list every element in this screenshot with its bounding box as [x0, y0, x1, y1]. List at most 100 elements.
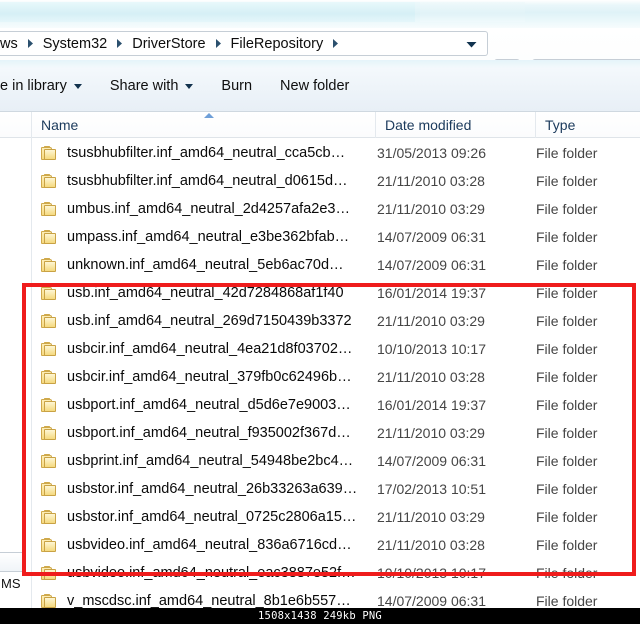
table-row[interactable]: umbus.inf_amd64_neutral_2d4257afa2e3… 21/… [33, 195, 640, 223]
chevron-down-icon [73, 83, 82, 89]
table-row[interactable]: usbcir.inf_amd64_neutral_4ea21d8f03702… 1… [33, 335, 640, 363]
toolbar-label: Share with [109, 78, 179, 94]
toolbar-label: Burn [221, 78, 253, 94]
file-name-cell[interactable]: usbvideo.inf_amd64_neutral_eac3887e52f… [33, 565, 376, 581]
column-header-date-modified[interactable]: Date modified [376, 111, 536, 138]
nav-pane-button-fragment[interactable] [0, 552, 26, 572]
table-row[interactable]: usb.inf_amd64_neutral_269d7150439b3372 21… [33, 307, 640, 335]
navigation-pane: MS [0, 112, 32, 612]
file-name-cell[interactable]: usbvideo.inf_amd64_neutral_836a6716cd… [33, 537, 376, 553]
folder-icon [41, 509, 58, 525]
file-type-cell: File folder [536, 453, 598, 469]
file-type-cell: File folder [536, 257, 598, 273]
folder-icon [41, 481, 58, 497]
address-bar: ws System32 DriverStore FileRepository [0, 28, 640, 84]
file-list[interactable]: tsusbhubfilter.inf_amd64_neutral_cca5cb…… [33, 139, 640, 617]
toolbar-item-new-folder[interactable]: New folder [266, 76, 363, 96]
file-name-cell[interactable]: usb.inf_amd64_neutral_269d7150439b3372 [33, 313, 376, 329]
file-name-cell[interactable]: unknown.inf_amd64_neutral_5eb6ac70d… [33, 257, 376, 273]
table-row[interactable]: umpass.inf_amd64_neutral_e3be362bfab… 14/… [33, 223, 640, 251]
file-type-cell: File folder [536, 369, 598, 385]
file-name-cell[interactable]: usbcir.inf_amd64_neutral_379fb0c62496b… [33, 369, 376, 385]
folder-icon [41, 145, 58, 161]
file-name-cell[interactable]: usbstor.inf_amd64_neutral_26b33263a639… [33, 481, 376, 497]
breadcrumb-item-3[interactable]: FileRepository [229, 35, 326, 53]
image-info-text: 1508x1438 249kb PNG [258, 610, 382, 622]
file-name-cell[interactable]: usbcir.inf_amd64_neutral_4ea21d8f03702… [33, 341, 376, 357]
file-date-modified-cell: 21/11/2010 03:28 [377, 369, 485, 385]
table-row[interactable]: usbvideo.inf_amd64_neutral_836a6716cd… 21… [33, 531, 640, 559]
breadcrumb-item-0[interactable]: ws [0, 35, 20, 53]
file-name-cell[interactable]: usb.inf_amd64_neutral_42d7284868af1f40 [33, 285, 376, 301]
file-date-modified-cell: 16/01/2014 19:37 [377, 397, 486, 413]
file-date-modified-cell: 17/02/2013 10:51 [377, 481, 486, 497]
table-row[interactable]: usbcir.inf_amd64_neutral_379fb0c62496b… 2… [33, 363, 640, 391]
column-header-gutter [0, 111, 32, 138]
file-date-modified-cell: 21/11/2010 03:28 [377, 173, 485, 189]
breadcrumb-item-2[interactable]: DriverStore [130, 35, 207, 53]
file-name-cell[interactable]: umbus.inf_amd64_neutral_2d4257afa2e3… [33, 201, 376, 217]
table-row[interactable]: usbport.inf_amd64_neutral_d5d6e7e9003… 16… [33, 391, 640, 419]
window-chrome-strip [0, 0, 640, 28]
file-name-cell[interactable]: usbprint.inf_amd64_neutral_54948be2bc4… [33, 453, 376, 469]
file-type-cell: File folder [536, 313, 598, 329]
file-name-label: usbport.inf_amd64_neutral_d5d6e7e9003… [67, 397, 351, 413]
file-date-modified-cell: 10/10/2013 10:17 [377, 565, 486, 581]
file-name-label: tsusbhubfilter.inf_amd64_neutral_d0615d… [67, 173, 348, 189]
file-name-cell[interactable]: umpass.inf_amd64_neutral_e3be362bfab… [33, 229, 376, 245]
file-name-cell[interactable]: tsusbhubfilter.inf_amd64_neutral_cca5cb… [33, 145, 376, 161]
breadcrumb-item-1[interactable]: System32 [41, 35, 109, 53]
folder-icon [41, 341, 58, 357]
file-type-cell: File folder [536, 201, 598, 217]
file-date-modified-cell: 21/11/2010 03:29 [377, 201, 485, 217]
file-type-cell: File folder [536, 145, 598, 161]
file-name-label: usbstor.inf_amd64_neutral_0725c2806a15… [67, 509, 357, 525]
file-type-cell: File folder [536, 509, 598, 525]
file-type-cell: File folder [536, 537, 598, 553]
toolbar-item-burn[interactable]: Burn [207, 76, 266, 96]
file-date-modified-cell: 14/07/2009 06:31 [377, 453, 486, 469]
column-header-type-label: Type [545, 116, 576, 133]
chevron-down-icon [185, 83, 194, 89]
address-dropdown-icon[interactable] [466, 35, 477, 53]
file-date-modified-cell: 21/11/2010 03:29 [377, 313, 485, 329]
table-row[interactable]: usbport.inf_amd64_neutral_f935002f367d… 2… [33, 419, 640, 447]
file-name-cell[interactable]: tsusbhubfilter.inf_amd64_neutral_d0615d… [33, 173, 376, 189]
table-row[interactable]: usbstor.inf_amd64_neutral_0725c2806a15… 2… [33, 503, 640, 531]
table-row[interactable]: tsusbhubfilter.inf_amd64_neutral_cca5cb…… [33, 139, 640, 167]
folder-icon [41, 201, 58, 217]
table-row[interactable]: unknown.inf_amd64_neutral_5eb6ac70d… 14/0… [33, 251, 640, 279]
file-name-label: usbstor.inf_amd64_neutral_26b33263a639… [67, 481, 358, 497]
chevron-right-icon[interactable] [332, 38, 339, 49]
folder-icon [41, 537, 58, 553]
table-row[interactable]: usb.inf_amd64_neutral_42d7284868af1f40 16… [33, 279, 640, 307]
file-name-cell[interactable]: usbport.inf_amd64_neutral_f935002f367d… [33, 425, 376, 441]
file-date-modified-cell: 14/07/2009 06:31 [377, 593, 486, 609]
table-row[interactable]: usbvideo.inf_amd64_neutral_eac3887e52f… 1… [33, 559, 640, 587]
file-date-modified-cell: 14/07/2009 06:31 [377, 229, 486, 245]
folder-icon [41, 229, 58, 245]
table-row[interactable]: tsusbhubfilter.inf_amd64_neutral_d0615d…… [33, 167, 640, 195]
nav-pane-item-fragment[interactable]: MS [1, 574, 28, 594]
column-header-name[interactable]: Name [32, 111, 376, 138]
toolbar-item-share-with[interactable]: Share with [96, 76, 208, 96]
column-header-date-label: Date modified [385, 116, 472, 133]
file-name-cell[interactable]: usbstor.inf_amd64_neutral_0725c2806a15… [33, 509, 376, 525]
table-row[interactable]: usbstor.inf_amd64_neutral_26b33263a639… 1… [33, 475, 640, 503]
folder-icon [41, 565, 58, 581]
column-header-type[interactable]: Type [536, 112, 640, 138]
explorer-window: ws System32 DriverStore FileRepository e… [0, 0, 640, 624]
table-row[interactable]: usbprint.inf_amd64_neutral_54948be2bc4… 1… [33, 447, 640, 475]
toolbar-item-include-in-library[interactable]: e in library [0, 76, 96, 96]
toolbar-label: New folder [280, 78, 350, 94]
file-name-cell[interactable]: usbport.inf_amd64_neutral_d5d6e7e9003… [33, 397, 376, 413]
folder-icon [41, 257, 58, 273]
chevron-right-icon [27, 38, 34, 49]
chrome-glass-band [0, 2, 420, 22]
breadcrumb[interactable]: ws System32 DriverStore FileRepository [0, 31, 488, 56]
chevron-right-icon [116, 38, 123, 49]
file-name-label: usbcir.inf_amd64_neutral_4ea21d8f03702… [67, 341, 353, 357]
file-date-modified-cell: 10/10/2013 10:17 [377, 341, 486, 357]
file-name-cell[interactable]: v_mscdsc.inf_amd64_neutral_8b1e6b557… [33, 593, 376, 609]
column-header-name-label: Name [41, 116, 79, 133]
